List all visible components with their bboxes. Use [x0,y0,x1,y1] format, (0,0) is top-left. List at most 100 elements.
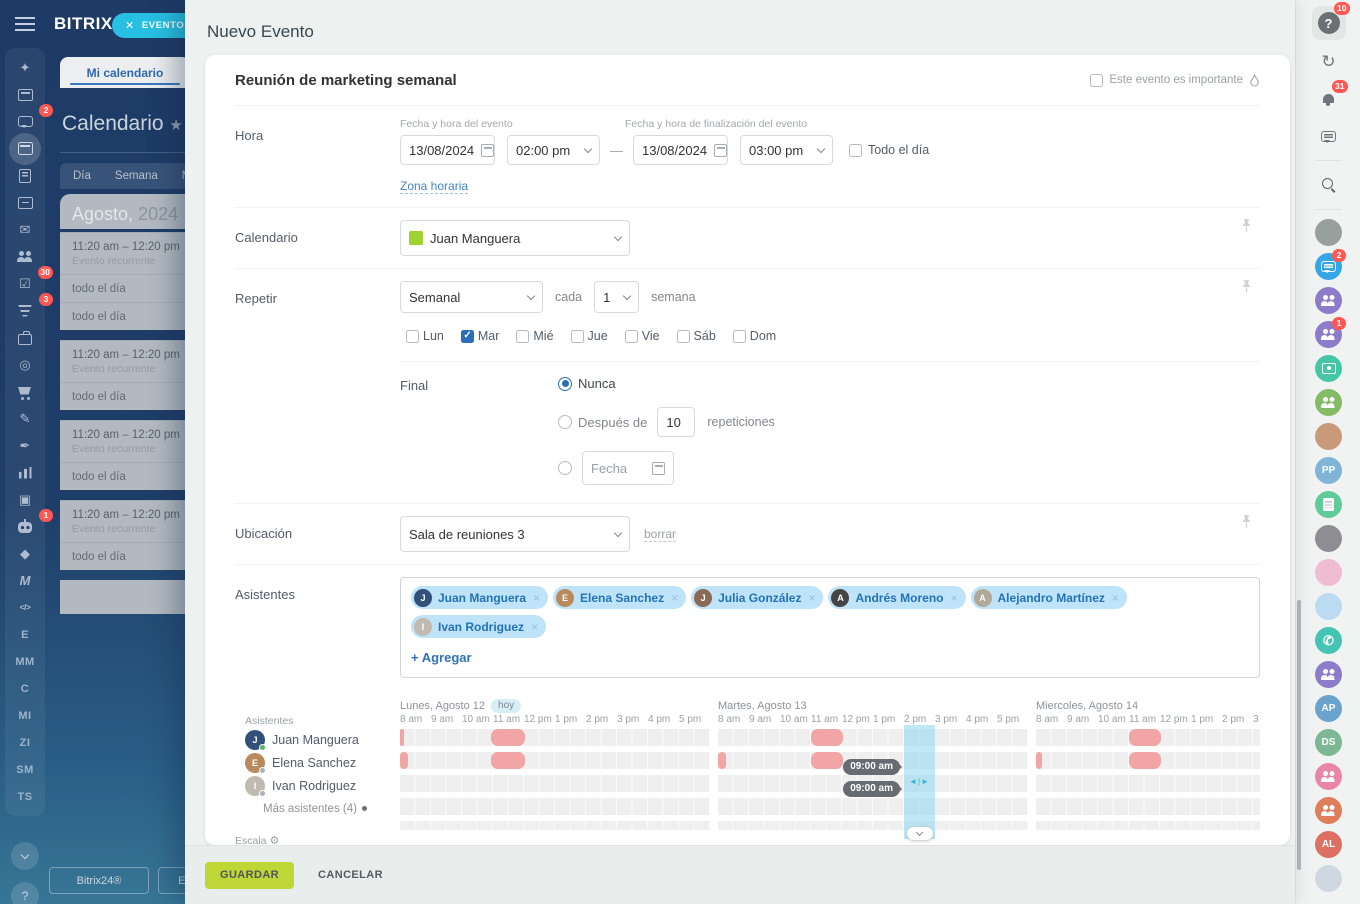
rail-item-box[interactable]: ◆ [5,540,45,567]
save-button[interactable]: GUARDAR [205,862,294,889]
right-rail-avatar[interactable] [1315,219,1342,246]
avatar[interactable] [1315,525,1342,552]
timezone-link[interactable]: Zona horaria [400,179,468,194]
right-rail-user-pp[interactable]: PP [1315,457,1342,484]
weekday-vie[interactable]: Vie [625,329,660,343]
rail-item-shop[interactable] [5,378,45,405]
weekday-sáb[interactable]: Sáb [677,329,716,343]
remove-icon[interactable]: × [808,591,815,605]
pin-icon[interactable] [1241,279,1252,294]
right-rail-avatar[interactable] [1315,865,1342,892]
weekday-mié[interactable]: Mié [516,329,553,343]
right-rail-avatar[interactable] [1315,559,1342,586]
rail-item-item-e[interactable]: E [5,621,45,648]
start-date-input[interactable]: 13/08/2024 [400,135,495,165]
weekday-mar[interactable]: Mar [461,329,500,343]
right-rail-messenger[interactable]: 2 [1315,253,1342,280]
group-chat[interactable] [1315,763,1342,790]
remove-icon[interactable]: × [531,620,538,634]
remove-icon[interactable]: × [671,591,678,605]
view-tab-día[interactable]: Día [73,170,91,182]
rail-item-item-mm[interactable]: MM [5,648,45,675]
group-chat[interactable] [1315,797,1342,824]
right-rail-user-ds[interactable]: DS [1315,729,1342,756]
rail-item-market[interactable]: M [5,567,45,594]
rail-item-calendar[interactable] [5,135,45,162]
notes[interactable] [1315,491,1342,518]
weekday-jue[interactable]: Jue [571,329,608,343]
event-list-item[interactable]: todo el día [60,542,190,570]
right-rail-time-tracking[interactable]: ↻ [1314,47,1344,77]
attendee-chip[interactable]: AAndrés Moreno× [828,586,965,609]
right-rail-scrollbar[interactable] [1297,600,1301,870]
end-date-option[interactable]: Fecha [558,451,775,485]
pin-icon[interactable] [1241,514,1252,529]
weekday-checkbox[interactable] [571,330,584,343]
rail-item-automation[interactable]: 1 [5,513,45,540]
right-rail-chat-panel[interactable] [1314,121,1344,151]
rail-item-contracts[interactable]: ✎ [5,405,45,432]
allday-checkbox[interactable] [849,144,862,157]
end-after-option[interactable]: Después de 10 repeticiones [558,407,775,437]
attendee-chip[interactable]: IIvan Rodriguez× [411,615,546,638]
rail-item-feed[interactable]: ✦ [5,54,45,81]
user-pp[interactable]: PP [1315,457,1342,484]
event-list-item[interactable]: todo el día [60,302,190,330]
user-ds[interactable]: DS [1315,729,1342,756]
right-rail-search[interactable] [1314,170,1344,200]
event-list-item[interactable]: todo el día [60,274,190,302]
create-event-button[interactable]: ✕ EVENTO [112,13,190,38]
weekday-checkbox[interactable] [677,330,690,343]
rail-item-teams[interactable] [5,243,45,270]
user-al[interactable]: AL [1315,831,1342,858]
rail-item-drive[interactable] [5,189,45,216]
rail-item-marketing[interactable]: ◎ [5,351,45,378]
rail-item-messenger[interactable]: 2 [5,108,45,135]
rail-item-analytics[interactable] [5,459,45,486]
day-body[interactable] [1036,729,1260,841]
rail-item-crm[interactable]: 3 [5,297,45,324]
weekday-dom[interactable]: Dom [733,329,776,343]
repeat-interval-select[interactable]: 1 [594,281,639,313]
repeat-frequency-select[interactable]: Semanal [400,281,543,313]
attendee-chip[interactable]: JJulia González× [691,586,823,609]
avatar[interactable] [1315,219,1342,246]
weekday-checkbox[interactable] [461,330,474,343]
never-radio[interactable] [558,377,572,391]
weekday-checkbox[interactable] [625,330,638,343]
weekday-lun[interactable]: Lun [406,329,444,343]
tab-mi-calendario[interactable]: Mi calendario [60,57,190,88]
calendar-select[interactable]: Juan Manguera [400,220,630,256]
event-list-item[interactable]: todo el día [60,462,190,490]
event-list-item[interactable]: todo el día [60,382,190,410]
event-list-item[interactable]: 11:20 am – 12:20 pmEvento recurrente [60,420,190,462]
after-radio[interactable] [558,415,572,429]
avatar[interactable] [1315,559,1342,586]
chat-icon[interactable] [1314,121,1344,151]
screen-share[interactable] [1315,355,1342,382]
more-attendees-toggle[interactable]: Más asistentes (4) [235,797,400,820]
right-rail-user-al[interactable]: AL [1315,831,1342,858]
right-rail-notes[interactable] [1315,491,1342,518]
avatar[interactable] [1315,423,1342,450]
call[interactable]: ✆ [1315,627,1342,654]
right-rail-help[interactable]: ?10 [1312,6,1346,40]
event-list-item[interactable]: 11:20 am – 12:20 pmEvento recurrente [60,500,190,542]
scale-control[interactable]: Escala ⚙ [235,834,400,845]
rail-item-item-c[interactable]: C [5,675,45,702]
selected-timeslot[interactable] [904,725,935,839]
pin-icon[interactable] [1241,218,1252,233]
right-rail-user-ap[interactable]: AP [1315,695,1342,722]
rail-item-company[interactable] [5,324,45,351]
cancel-button[interactable]: CANCELAR [318,869,383,881]
attendee-chip[interactable]: EElena Sanchez× [553,586,686,609]
right-rail-call[interactable]: ✆ [1315,627,1342,654]
event-list-item[interactable]: 11:20 am – 12:20 pmEvento recurrente [60,340,190,382]
important-checkbox[interactable] [1090,74,1103,87]
rail-item-developer[interactable]: </> [5,594,45,621]
right-rail-group-chat[interactable] [1315,661,1342,688]
right-rail-notifications[interactable]: 31 [1314,84,1344,114]
group-chat[interactable] [1315,389,1342,416]
right-rail-group-chat[interactable] [1315,763,1342,790]
avatar[interactable] [1315,865,1342,892]
